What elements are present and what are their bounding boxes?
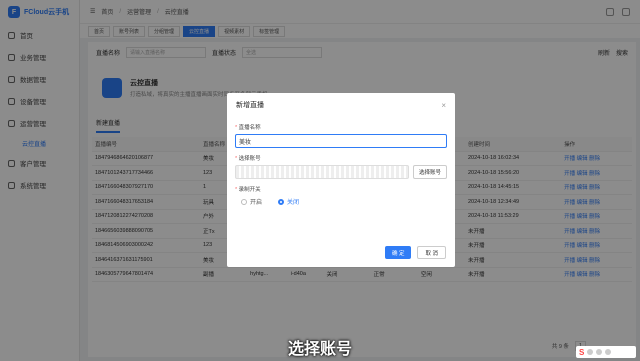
live-name-textbox[interactable]: 美妆 xyxy=(235,134,447,148)
radio-on[interactable]: 开启 xyxy=(241,197,262,206)
radio-circle xyxy=(241,198,247,205)
dialog-footer: 确 定 取 消 xyxy=(384,246,446,259)
live-name-field: * 直播名称 美妆 xyxy=(227,123,455,148)
selected-accounts-box[interactable] xyxy=(235,165,409,179)
radio-on-label: 开启 xyxy=(250,200,263,206)
new-live-dialog: 新增直播 × * 直播名称 美妆 * 选择账号 选择账号 * 录制开关 开启 关… xyxy=(227,93,455,267)
radio-off-label: 关闭 xyxy=(287,200,300,206)
ime-skin-icon[interactable] xyxy=(605,349,612,355)
account-label-text: 选择账号 xyxy=(238,156,261,162)
ime-logo-icon[interactable]: S xyxy=(579,348,584,357)
live-name-label-text: 直播名称 xyxy=(238,125,261,131)
video-subtitle: 选择账号 xyxy=(287,339,352,358)
record-label: * 录制开关 xyxy=(235,185,447,193)
dialog-title: 新增直播 xyxy=(236,102,264,109)
close-icon[interactable]: × xyxy=(441,101,446,110)
ime-mode-icon[interactable] xyxy=(587,349,594,355)
live-name-label: * 直播名称 xyxy=(235,123,447,131)
radio-circle xyxy=(278,198,285,205)
cancel-button[interactable]: 取 消 xyxy=(417,246,446,259)
account-field: * 选择账号 选择账号 xyxy=(227,154,455,179)
confirm-button[interactable]: 确 定 xyxy=(384,246,412,259)
ime-toolbar: S xyxy=(576,346,636,358)
record-switch-field: * 录制开关 开启 关闭 xyxy=(227,185,455,206)
dialog-header: 新增直播 × xyxy=(227,93,455,117)
select-account-button[interactable]: 选择账号 xyxy=(412,165,447,179)
radio-off[interactable]: 关闭 xyxy=(278,197,299,206)
record-label-text: 录制开关 xyxy=(238,187,261,193)
account-label: * 选择账号 xyxy=(235,154,447,162)
ime-punct-icon[interactable] xyxy=(596,349,603,355)
